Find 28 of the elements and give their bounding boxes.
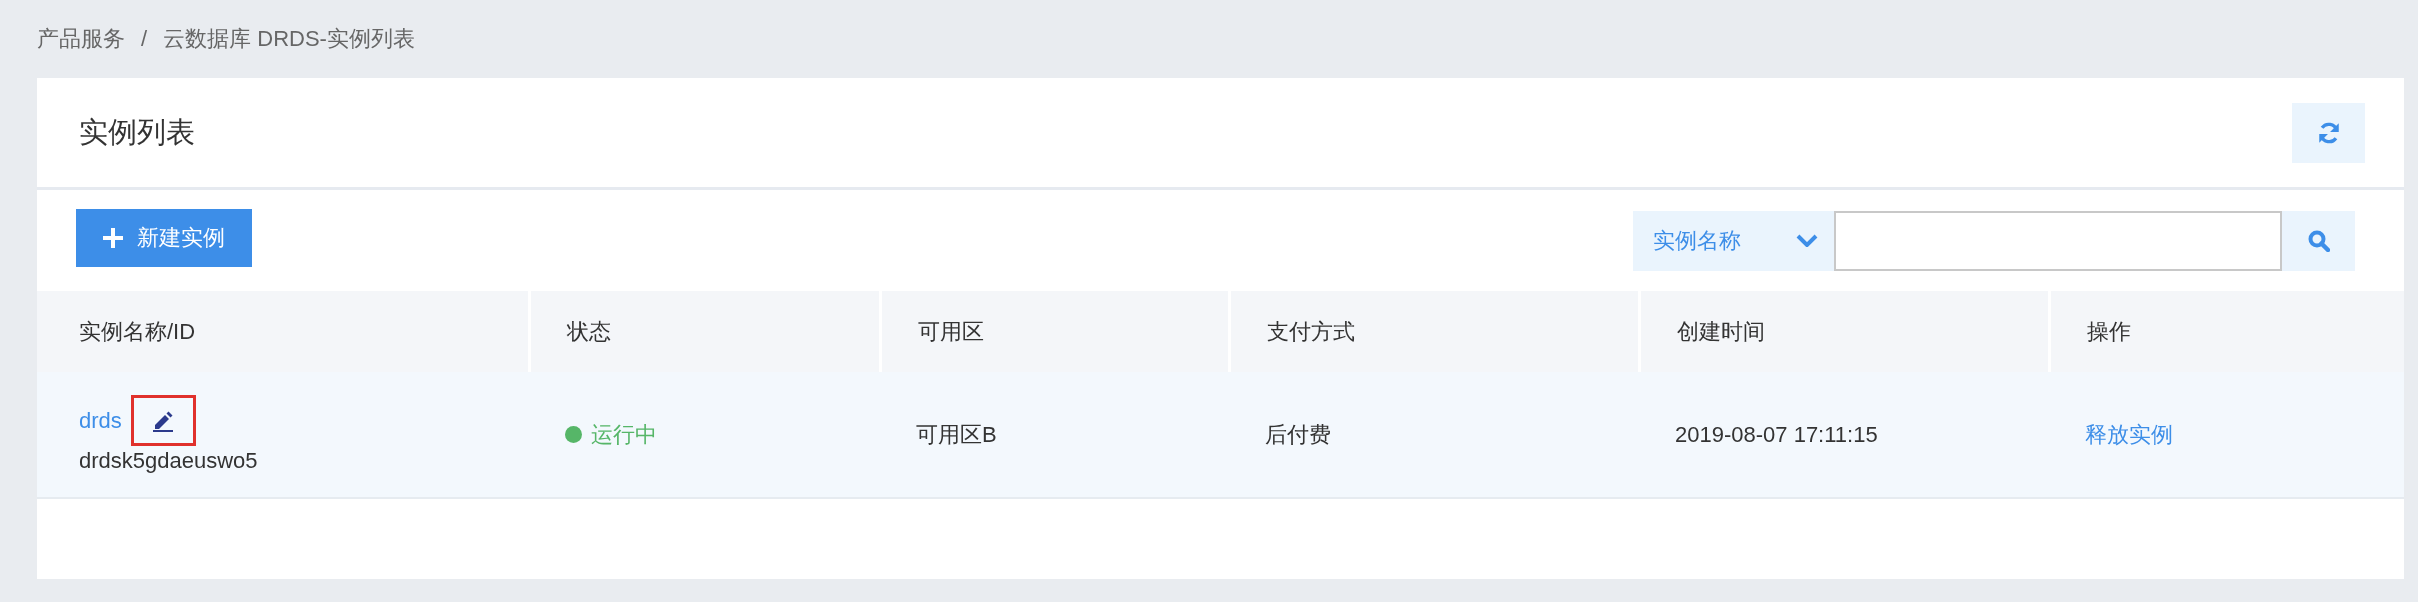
- column-header: 支付方式: [1229, 291, 1639, 372]
- table-row[interactable]: drds drdsk5gdaeuswo5 运行中 可用区B 后付费 2019-08-07 17:11:15 释放实例: [37, 372, 2404, 498]
- table-cell: 2019-08-07 17:11:15: [1675, 421, 1878, 447]
- breadcrumb-link[interactable]: 云数据库 DRDS-实例列表: [163, 24, 415, 54]
- column-header: 可用区: [880, 291, 1229, 372]
- search-button[interactable]: [2282, 210, 2355, 271]
- table-cell: 后付费: [1265, 421, 1331, 447]
- refresh-button[interactable]: [2292, 102, 2365, 163]
- create-instance-button[interactable]: 新建实例: [76, 208, 252, 267]
- instance-id: drdsk5gdaeuswo5: [79, 448, 258, 474]
- edit-button[interactable]: [130, 395, 196, 446]
- column-header: 状态: [529, 291, 880, 372]
- column-header: 操作: [2049, 291, 2404, 372]
- search-field[interactable]: [1834, 210, 2282, 271]
- column-header: 实例名称/ID: [37, 291, 529, 372]
- instance-name-link[interactable]: drds: [79, 407, 122, 434]
- release-instance-link[interactable]: 释放实例: [2085, 421, 2173, 447]
- chevron-down-icon: [1796, 234, 1818, 247]
- pencil-icon: [152, 409, 175, 432]
- table-cell: 可用区B: [916, 421, 997, 447]
- filter-dropdown[interactable]: 实例名称: [1633, 210, 1834, 271]
- breadcrumb-separator: /: [141, 26, 148, 52]
- status-text: 运行中: [591, 420, 657, 449]
- search-icon: [2307, 229, 2330, 252]
- plus-icon: [103, 227, 123, 248]
- panel-title: 实例列表: [79, 114, 196, 150]
- breadcrumb-link[interactable]: 产品服务: [37, 24, 125, 54]
- column-header: 创建时间: [1639, 291, 2049, 372]
